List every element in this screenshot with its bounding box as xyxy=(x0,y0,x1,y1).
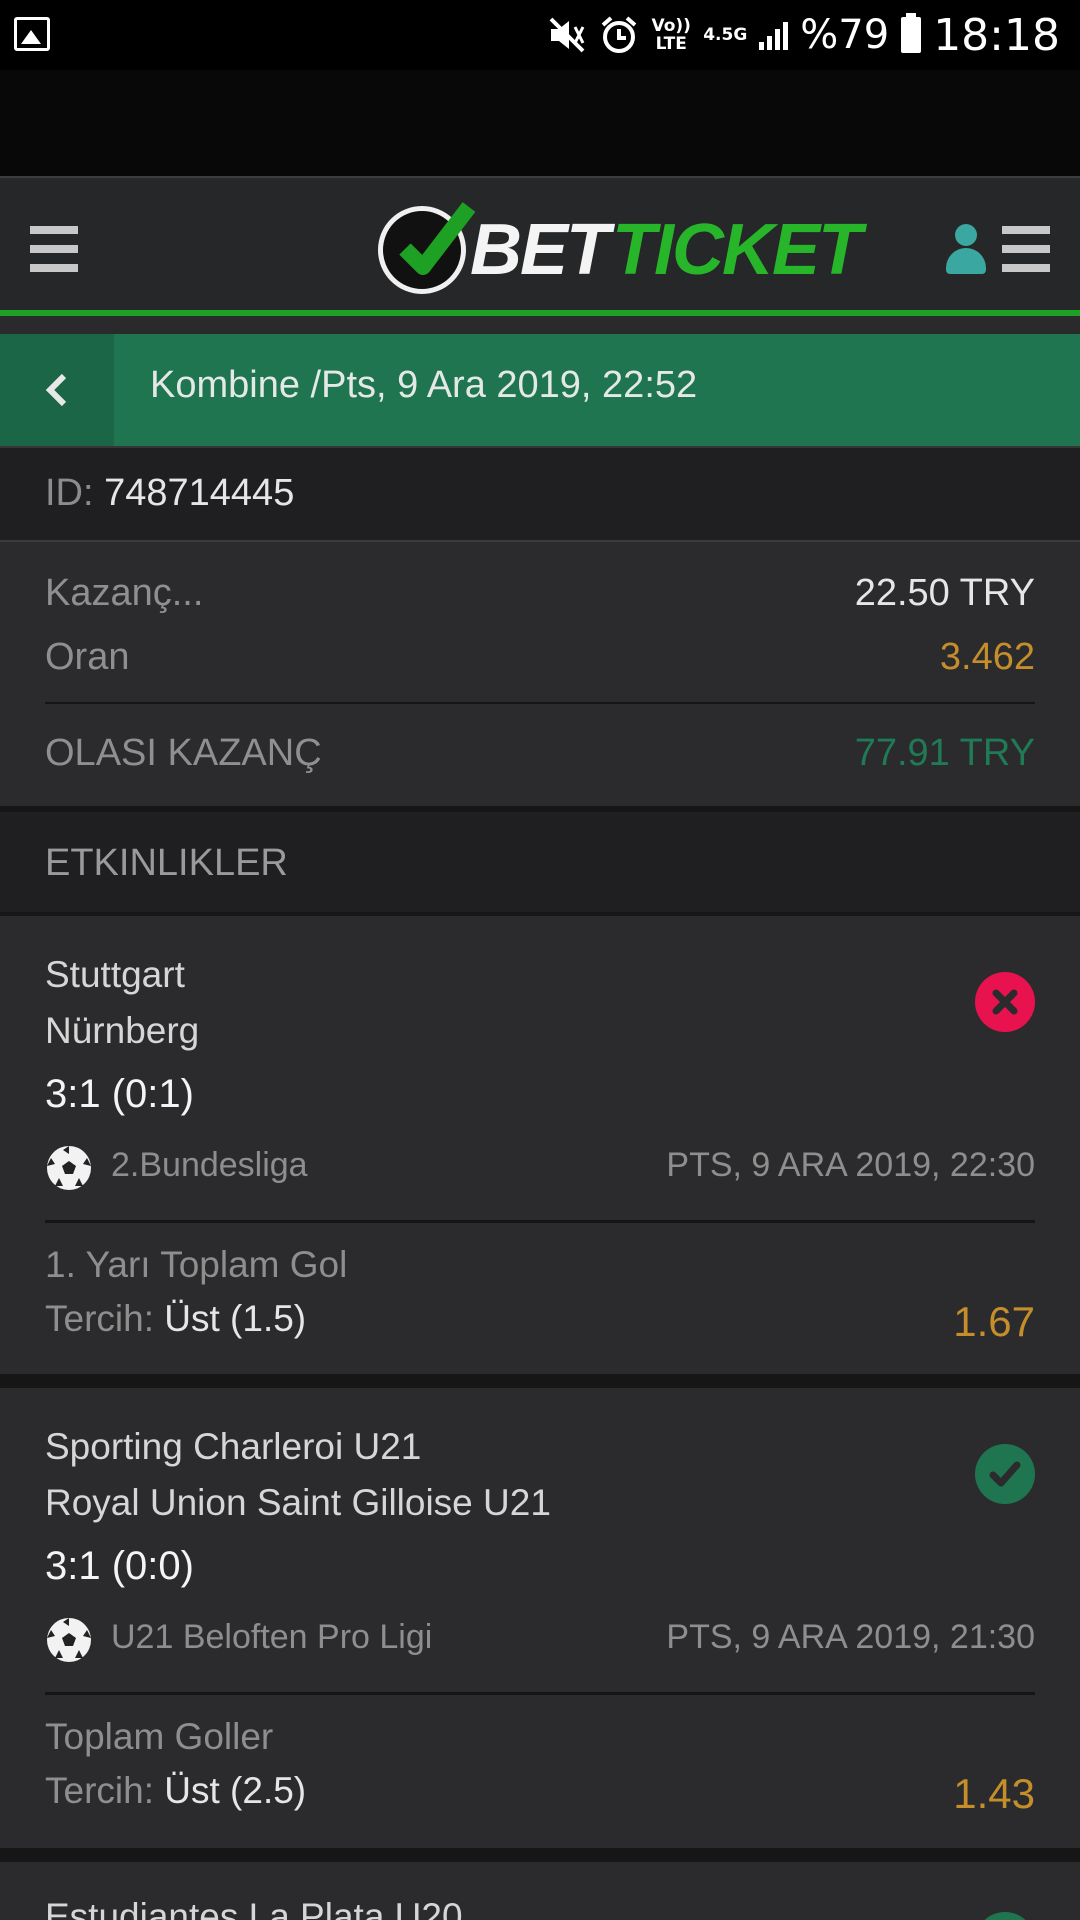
ticket-id-value: 748714445 xyxy=(104,472,295,514)
event-divider xyxy=(45,1220,1035,1223)
match-score: 3:1 (0:0) xyxy=(45,1544,194,1588)
clock: 18:18 xyxy=(933,9,1060,61)
menu-icon[interactable] xyxy=(30,226,78,272)
possible-win-row: OLASI KAZANÇ 77.91 TRY xyxy=(45,732,1035,778)
network-type-icon: 4.5G xyxy=(703,25,748,45)
title-bar: Kombine /Pts, 9 Ara 2019, 22:52 xyxy=(0,334,1080,446)
event-separator xyxy=(0,1848,1080,1862)
logo-ticket-text: TICKET xyxy=(612,210,862,290)
lost-status-icon xyxy=(975,972,1035,1032)
status-bar: Vo)) LTE 4.5G %79 18:18 xyxy=(0,0,1080,70)
volte-icon: Vo)) LTE xyxy=(651,16,691,54)
mute-icon xyxy=(549,17,585,53)
market-name: 1. Yarı Toplam Gol xyxy=(45,1244,348,1285)
events-title: ETKINLIKLER xyxy=(45,842,288,884)
signal-icon xyxy=(759,20,789,50)
top-band xyxy=(0,70,1080,178)
ticket-id: ID: 748714445 xyxy=(45,472,294,515)
match-date: PTS, 9 ARA 2019, 22:30 xyxy=(666,1146,1035,1184)
home-team: Sporting Charleroi U21 xyxy=(45,1426,422,1467)
odds-value: 3.462 xyxy=(939,636,1035,678)
won-status-icon xyxy=(975,1912,1035,1920)
chevron-left-icon xyxy=(45,373,67,407)
betticket-logo[interactable]: BET TICKET xyxy=(378,202,862,296)
status-icons: Vo)) LTE 4.5G %79 18:18 xyxy=(547,8,1060,62)
battery-percent: %79 xyxy=(800,12,890,58)
ticket-summary: Kazanç... 22.50 TRY Oran 3.462 OLASI KAZ… xyxy=(0,542,1080,812)
soccer-ball-icon xyxy=(47,1146,91,1190)
away-team: Royal Union Saint Gilloise U21 xyxy=(45,1482,551,1523)
ticket-id-row: ID: 748714445 xyxy=(0,446,1080,542)
home-team: Stuttgart xyxy=(45,954,185,995)
event-card[interactable]: Stuttgart Nürnberg 3:1 (0:1) 2.Bundeslig… xyxy=(0,916,1080,1374)
user-icon[interactable] xyxy=(946,224,986,276)
stake-value: 22.50 TRY xyxy=(854,572,1035,614)
app-header: BET TICKET xyxy=(0,180,1080,316)
back-button[interactable] xyxy=(0,334,114,446)
odds-row: Oran 3.462 xyxy=(45,636,1035,682)
away-team: Nürnberg xyxy=(45,1010,200,1051)
alarm-icon xyxy=(601,16,637,53)
events-header: ETKINLIKLER xyxy=(0,812,1080,916)
event-card[interactable]: Sporting Charleroi U21 Royal Union Saint… xyxy=(0,1388,1080,1848)
ticket-id-label: ID: xyxy=(45,472,94,514)
selection: Tercih: Üst (2.5) xyxy=(45,1770,306,1812)
battery-icon xyxy=(901,13,922,53)
event-separator xyxy=(0,1374,1080,1388)
selection-label: Tercih: xyxy=(45,1298,154,1339)
stake-row: Kazanç... 22.50 TRY xyxy=(45,572,1035,618)
logo-check-icon xyxy=(378,202,476,294)
market-name: Toplam Goller xyxy=(45,1716,274,1757)
match-date: PTS, 9 ARA 2019, 21:30 xyxy=(666,1618,1035,1656)
selection-odds: 1.67 xyxy=(953,1298,1035,1345)
league-name: 2.Bundesliga xyxy=(111,1146,308,1184)
selection-label: Tercih: xyxy=(45,1770,154,1811)
page-title: Kombine /Pts, 9 Ara 2019, 22:52 xyxy=(150,364,698,406)
home-team: Estudiantes La Plata U20 xyxy=(45,1896,463,1920)
selection: Tercih: Üst (1.5) xyxy=(45,1298,306,1340)
soccer-ball-icon xyxy=(47,1618,91,1662)
odds-label: Oran xyxy=(45,636,130,678)
image-icon xyxy=(14,17,50,51)
event-divider xyxy=(45,1692,1035,1695)
menu-right-icon[interactable] xyxy=(1002,226,1050,272)
summary-divider xyxy=(45,702,1035,704)
possible-win-label: OLASI KAZANÇ xyxy=(45,732,322,774)
match-score: 3:1 (0:1) xyxy=(45,1072,194,1116)
event-card-partial[interactable]: Estudiantes La Plata U20 xyxy=(0,1862,1080,1920)
league-name: U21 Beloften Pro Ligi xyxy=(111,1618,433,1656)
selection-value: Üst (2.5) xyxy=(164,1770,307,1811)
selection-odds: 1.43 xyxy=(953,1770,1035,1817)
logo-bet-text: BET xyxy=(470,210,610,290)
won-status-icon xyxy=(975,1444,1035,1504)
stake-label: Kazanç... xyxy=(45,572,204,614)
possible-win-value: 77.91 TRY xyxy=(854,732,1035,774)
selection-value: Üst (1.5) xyxy=(164,1298,307,1339)
